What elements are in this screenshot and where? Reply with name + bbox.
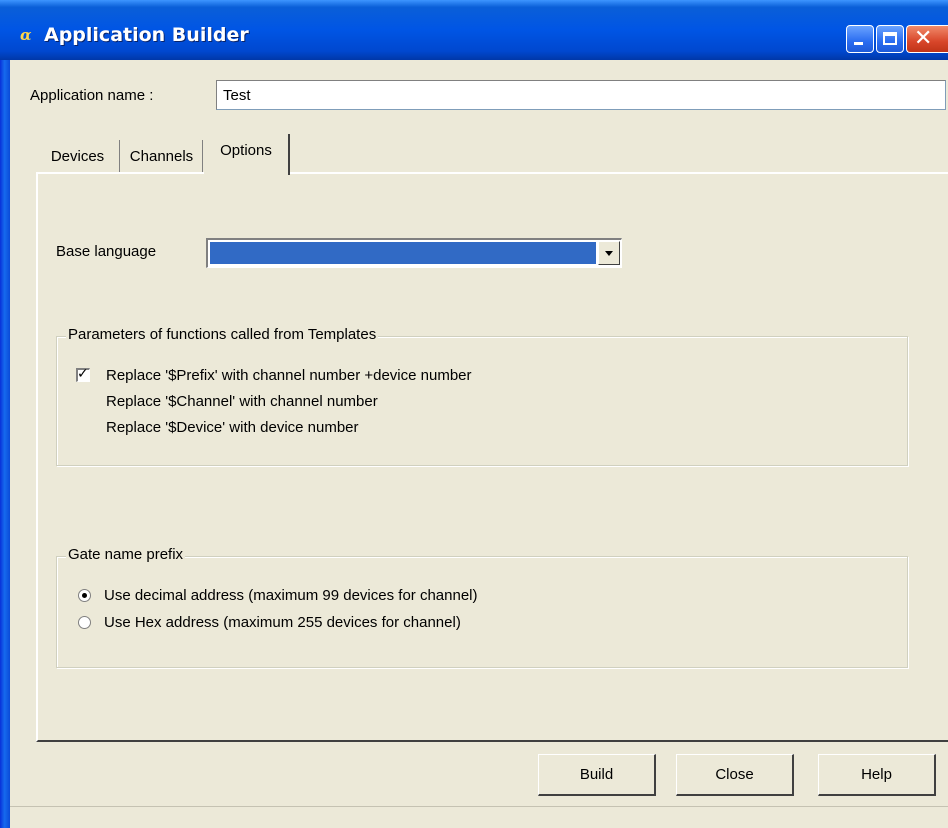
checkmark-icon: ✓: [77, 366, 89, 382]
radio-selected-dot: [82, 593, 87, 598]
gate-name-prefix-group: [56, 556, 908, 668]
replace-device-label: Replace '$Device' with device number: [106, 419, 359, 436]
decimal-address-radio[interactable]: [78, 589, 91, 602]
tab-options[interactable]: Options: [204, 134, 290, 175]
tab-devices[interactable]: Devices: [36, 140, 120, 175]
tab-channels-label: Channels: [129, 148, 194, 165]
build-button[interactable]: Build: [538, 754, 656, 796]
help-button[interactable]: Help: [818, 754, 936, 796]
template-parameters-group-title: Parameters of functions called from Temp…: [66, 326, 379, 343]
application-name-input[interactable]: [216, 80, 946, 110]
close-icon: ✕: [914, 26, 933, 51]
minimize-button[interactable]: [846, 25, 874, 53]
dropdown-button[interactable]: [598, 241, 620, 265]
window-frame-left: [0, 60, 10, 828]
replace-prefix-label[interactable]: Replace '$Prefix' with channel number +d…: [106, 367, 472, 384]
tab-options-label: Options: [220, 142, 272, 159]
hex-address-radio[interactable]: [78, 616, 91, 629]
window-title: Application Builder: [44, 24, 249, 46]
maximize-icon: [883, 32, 897, 45]
tab-channels[interactable]: Channels: [121, 140, 203, 175]
base-language-selected-value: [210, 242, 596, 264]
replace-channel-label: Replace '$Channel' with channel number: [106, 393, 378, 410]
decimal-address-label[interactable]: Use decimal address (maximum 99 devices …: [104, 587, 477, 604]
application-builder-window: α Application Builder ✕ Application name…: [0, 0, 948, 828]
minimize-icon: [854, 42, 863, 45]
close-button[interactable]: Close: [676, 754, 794, 796]
hex-address-label[interactable]: Use Hex address (maximum 255 devices for…: [104, 614, 461, 631]
replace-prefix-checkbox[interactable]: ✓: [76, 366, 90, 382]
chevron-down-icon: [605, 251, 613, 256]
base-language-label: Base language: [56, 243, 157, 260]
application-name-label: Application name :: [30, 87, 154, 104]
maximize-button[interactable]: [876, 25, 904, 53]
title-bar[interactable]: α Application Builder ✕: [0, 0, 948, 60]
base-language-select[interactable]: [206, 238, 622, 268]
bottom-separator: [10, 806, 948, 807]
alpha-icon: α: [20, 26, 32, 44]
tab-devices-label: Devices: [50, 148, 105, 165]
close-window-button[interactable]: ✕: [906, 25, 948, 53]
gate-name-prefix-group-title: Gate name prefix: [66, 546, 186, 563]
